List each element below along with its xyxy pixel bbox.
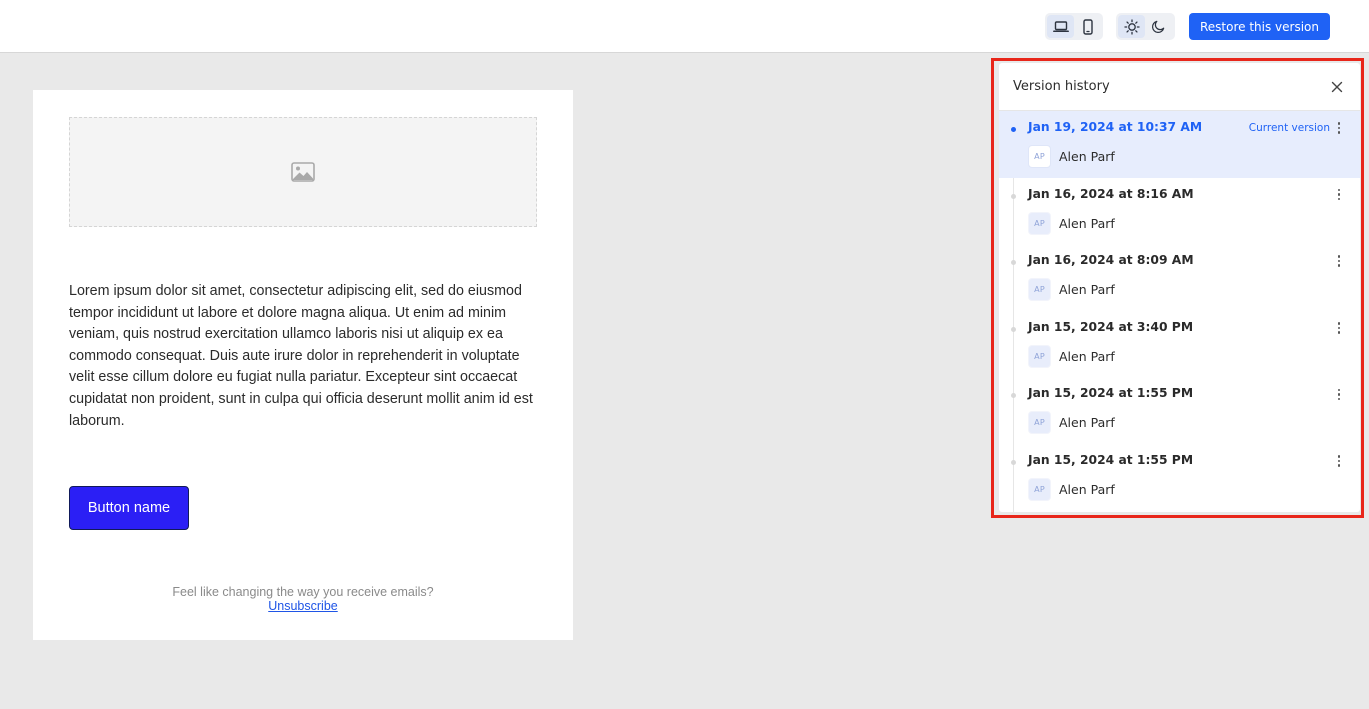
version-author: AP Alen Parf [1028,278,1115,302]
version-history-panel: Version history Jan 19, 2024 at 10:37 AM… [999,63,1360,512]
version-date: Jan 16, 2024 at 8:16 AM [1028,186,1194,201]
avatar: AP [1028,344,1051,368]
timeline-dot [1011,393,1016,399]
more-options-icon[interactable] [1332,187,1346,203]
version-author: AP Alen Parf [1028,145,1115,168]
email-preview: Lorem ipsum dolor sit amet, consectetur … [33,90,573,640]
version-item[interactable]: Jan 15, 2024 at 1:55 PM AP Alen Parf [999,377,1360,444]
close-button[interactable] [1328,78,1346,96]
version-date: Jan 15, 2024 at 1:55 PM [1028,452,1194,467]
close-icon [1331,81,1343,92]
version-author: AP Alen Parf [1028,411,1115,435]
version-item[interactable]: Jan 19, 2024 at 10:37 AM Current version… [999,111,1360,178]
version-author: AP Alen Parf [1028,477,1115,501]
author-name: Alen Parf [1059,149,1115,164]
version-item[interactable]: Jan 15, 2024 at 3:40 PM AP Alen Parf [999,311,1360,378]
timeline-dot [1011,127,1016,132]
theme-toggle [1116,13,1175,40]
dark-theme-button[interactable] [1145,15,1172,38]
email-cta-button[interactable]: Button name [69,486,189,530]
timeline-dot [1011,193,1016,199]
avatar: AP [1028,411,1051,435]
desktop-preview-button[interactable] [1047,15,1074,38]
mobile-preview-button[interactable] [1074,15,1101,38]
moon-icon [1151,20,1165,34]
version-list: Jan 19, 2024 at 10:37 AM Current version… [999,111,1360,512]
timeline-dot [1011,260,1016,266]
image-icon [291,162,315,182]
author-name: Alen Parf [1059,215,1115,231]
avatar: AP [1028,278,1051,302]
more-options-icon[interactable] [1332,120,1346,136]
version-item[interactable]: Jan 15, 2024 at 1:55 PM AP Alen Parf [999,444,1360,511]
timeline-dot [1011,326,1016,332]
version-history-title: Version history [1013,79,1110,94]
restore-version-button[interactable]: Restore this version [1189,13,1330,40]
sun-icon [1123,18,1140,35]
image-placeholder[interactable] [69,117,537,227]
version-date: Jan 15, 2024 at 1:55 PM [1028,386,1194,401]
device-toggle [1045,13,1103,40]
version-date: Jan 16, 2024 at 8:09 AM [1028,253,1194,268]
version-date: Jan 19, 2024 at 10:37 AM [1028,120,1203,134]
more-options-icon[interactable] [1332,320,1346,336]
avatar: AP [1028,211,1051,235]
version-item[interactable]: Jan 16, 2024 at 8:16 AM AP Alen Parf [999,178,1360,245]
email-footer: Feel like changing the way you receive e… [33,585,573,613]
version-item[interactable]: Jan 16, 2024 at 8:09 AM AP Alen Parf [999,244,1360,311]
avatar: AP [1028,145,1051,168]
unsubscribe-link[interactable]: Unsubscribe [268,599,337,613]
author-name: Alen Parf [1059,282,1115,298]
more-options-icon[interactable] [1332,386,1346,402]
version-author: AP Alen Parf [1028,211,1115,235]
more-options-icon[interactable] [1332,453,1346,469]
author-name: Alen Parf [1059,415,1115,431]
avatar: AP [1028,477,1051,501]
version-date: Jan 15, 2024 at 3:40 PM [1028,319,1194,334]
more-options-icon[interactable] [1332,253,1346,269]
author-name: Alen Parf [1059,348,1115,364]
email-body-text: Lorem ipsum dolor sit amet, consectetur … [69,283,533,429]
version-history-header: Version history [999,63,1360,111]
light-theme-button[interactable] [1118,15,1145,38]
current-version-label: Current version [1248,122,1330,134]
version-author: AP Alen Parf [1028,344,1115,368]
desktop-icon [1052,20,1069,32]
author-name: Alen Parf [1059,481,1115,497]
mobile-icon [1082,18,1093,35]
footer-text: Feel like changing the way you receive e… [172,585,434,599]
timeline-dot [1011,459,1016,465]
top-toolbar: Restore this version [0,0,1369,53]
